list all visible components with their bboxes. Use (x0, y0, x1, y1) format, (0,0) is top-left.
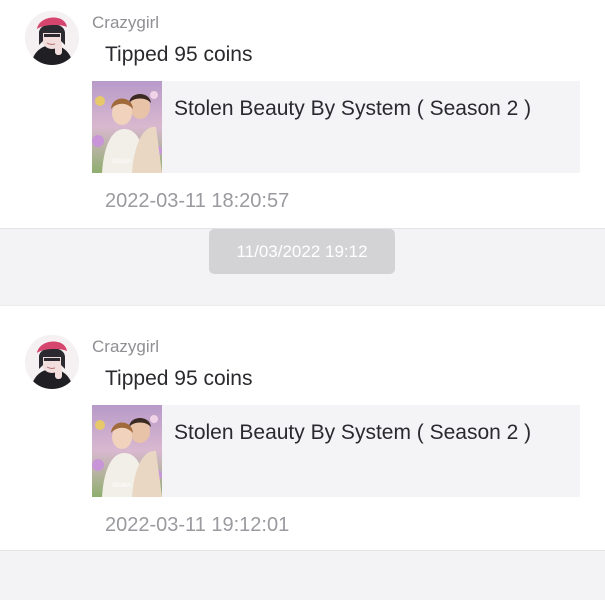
book-title: Stolen Beauty By System ( Season 2 ) (174, 421, 532, 444)
tip-message-text: Tipped 95 coins (105, 43, 253, 66)
tip-message-card: Crazygirl Tipped 95 coins Stolen Stolen … (0, 305, 605, 551)
message-timestamp: 2022-03-11 19:12:01 (105, 514, 290, 536)
book-link-card[interactable]: Stolen Stolen Beauty By System ( Season … (92, 81, 580, 173)
book-link-card[interactable]: Stolen Stolen Beauty By System ( Season … (92, 405, 580, 497)
username[interactable]: Crazygirl (92, 337, 159, 357)
tip-message-card: Crazygirl Tipped 95 coins Stolen Stolen … (0, 0, 605, 229)
book-title: Stolen Beauty By System ( Season 2 ) (174, 97, 532, 120)
user-avatar[interactable] (25, 335, 79, 389)
book-cover-image: Stolen (92, 405, 162, 497)
book-cover-image: Stolen (92, 81, 162, 173)
avatar-illustration-icon (25, 11, 79, 65)
message-timestamp: 2022-03-11 18:20:57 (105, 190, 290, 212)
avatar-illustration-icon (25, 335, 79, 389)
tip-message-text: Tipped 95 coins (105, 367, 253, 390)
tip-history-page: Crazygirl Tipped 95 coins Stolen Stolen … (0, 0, 605, 600)
username[interactable]: Crazygirl (92, 13, 159, 33)
user-avatar[interactable] (25, 11, 79, 65)
svg-text:Stolen: Stolen (112, 158, 131, 165)
svg-text:Stolen: Stolen (112, 482, 131, 489)
date-separator-chip: 11/03/2022 19:12 (209, 229, 395, 274)
